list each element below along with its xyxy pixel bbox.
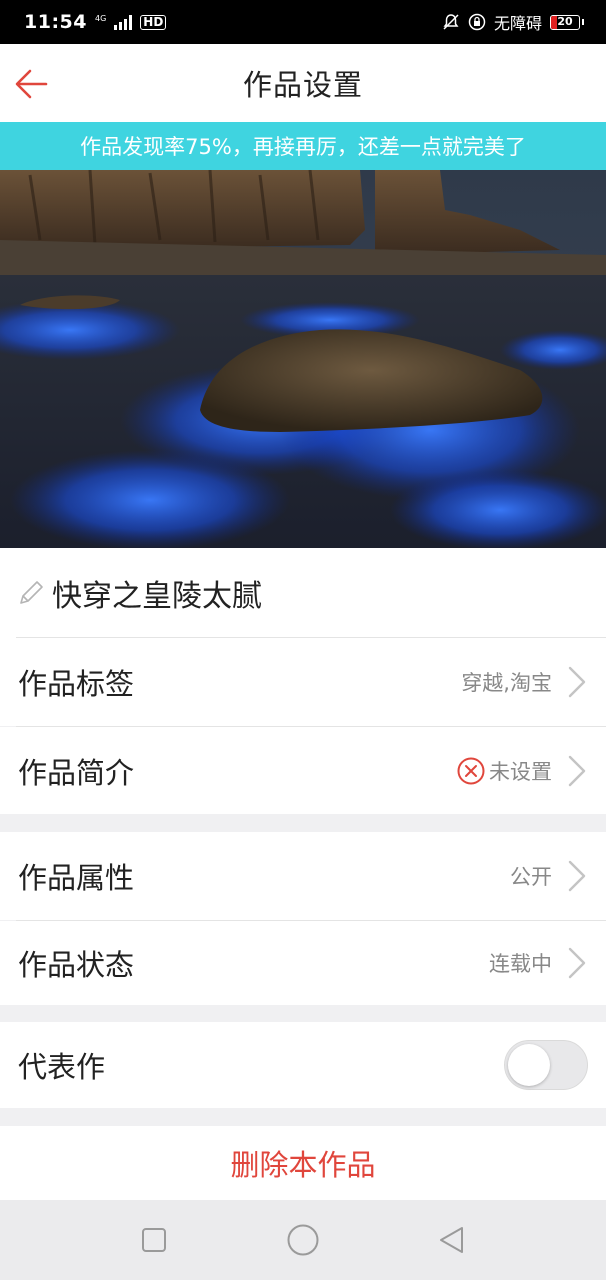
header: 作品设置	[0, 44, 606, 122]
status-bar: 11:54 4G HD 无障碍 20	[0, 0, 606, 44]
delete-work-button[interactable]: 删除本作品	[0, 1126, 606, 1200]
recent-apps-button[interactable]	[134, 1220, 174, 1260]
intro-value: 未设置	[489, 759, 552, 784]
work-title-row[interactable]: 快穿之皇陵太腻	[0, 548, 606, 638]
representative-label: 代表作	[18, 1050, 106, 1084]
back-button[interactable]	[432, 1220, 472, 1260]
discovery-rate-banner: 作品发现率75%，再接再厉，还差一点就完美了	[0, 122, 606, 170]
chevron-right-icon	[568, 947, 586, 979]
intro-value-group: 未设置	[457, 756, 552, 786]
representative-toggle[interactable]	[504, 1040, 588, 1090]
circle-icon	[287, 1224, 319, 1256]
hd-badge: HD	[140, 14, 167, 30]
status-bar-left: 11:54 4G HD	[24, 11, 167, 33]
pencil-icon	[20, 581, 43, 604]
status-label: 作品状态	[18, 948, 135, 982]
chevron-right-icon	[568, 666, 586, 698]
square-icon	[142, 1228, 167, 1252]
battery-level: 20	[557, 14, 573, 28]
home-button[interactable]	[283, 1220, 323, 1260]
battery-tip	[582, 19, 584, 25]
intro-row[interactable]: 作品简介 未设置	[0, 727, 606, 814]
work-title: 快穿之皇陵太腻	[52, 579, 262, 614]
x-circle-icon	[457, 757, 485, 784]
status-time: 11:54	[24, 11, 87, 33]
back-arrow-icon[interactable]	[12, 64, 52, 104]
status-row[interactable]: 作品状态 连载中	[0, 921, 606, 1005]
mute-icon	[443, 14, 459, 30]
status-value: 连载中	[489, 952, 552, 976]
signal-icon	[114, 14, 133, 30]
battery-icon: 20	[550, 14, 580, 30]
system-nav-bar	[0, 1200, 606, 1280]
page-title: 作品设置	[242, 68, 363, 102]
accessibility-label: 无障碍	[493, 14, 542, 33]
tags-value: 穿越,淘宝	[461, 671, 552, 695]
status-bar-right: 无障碍 20	[442, 10, 584, 34]
chevron-right-icon	[568, 860, 586, 892]
intro-label: 作品简介	[18, 755, 135, 790]
attribute-label: 作品属性	[18, 861, 135, 895]
attribute-row[interactable]: 作品属性 公开	[0, 832, 606, 920]
rotation-lock-icon	[468, 13, 486, 31]
attribute-value: 公开	[510, 865, 552, 889]
chevron-right-icon	[568, 755, 586, 786]
representative-row: 代表作	[0, 1022, 606, 1108]
triangle-back-icon	[439, 1227, 463, 1253]
tags-label: 作品标签	[18, 667, 135, 701]
toggle-knob	[508, 1044, 550, 1086]
cover-image[interactable]	[0, 170, 606, 548]
network-type: 4G	[94, 14, 107, 23]
tags-row[interactable]: 作品标签 穿越,淘宝	[0, 638, 606, 726]
